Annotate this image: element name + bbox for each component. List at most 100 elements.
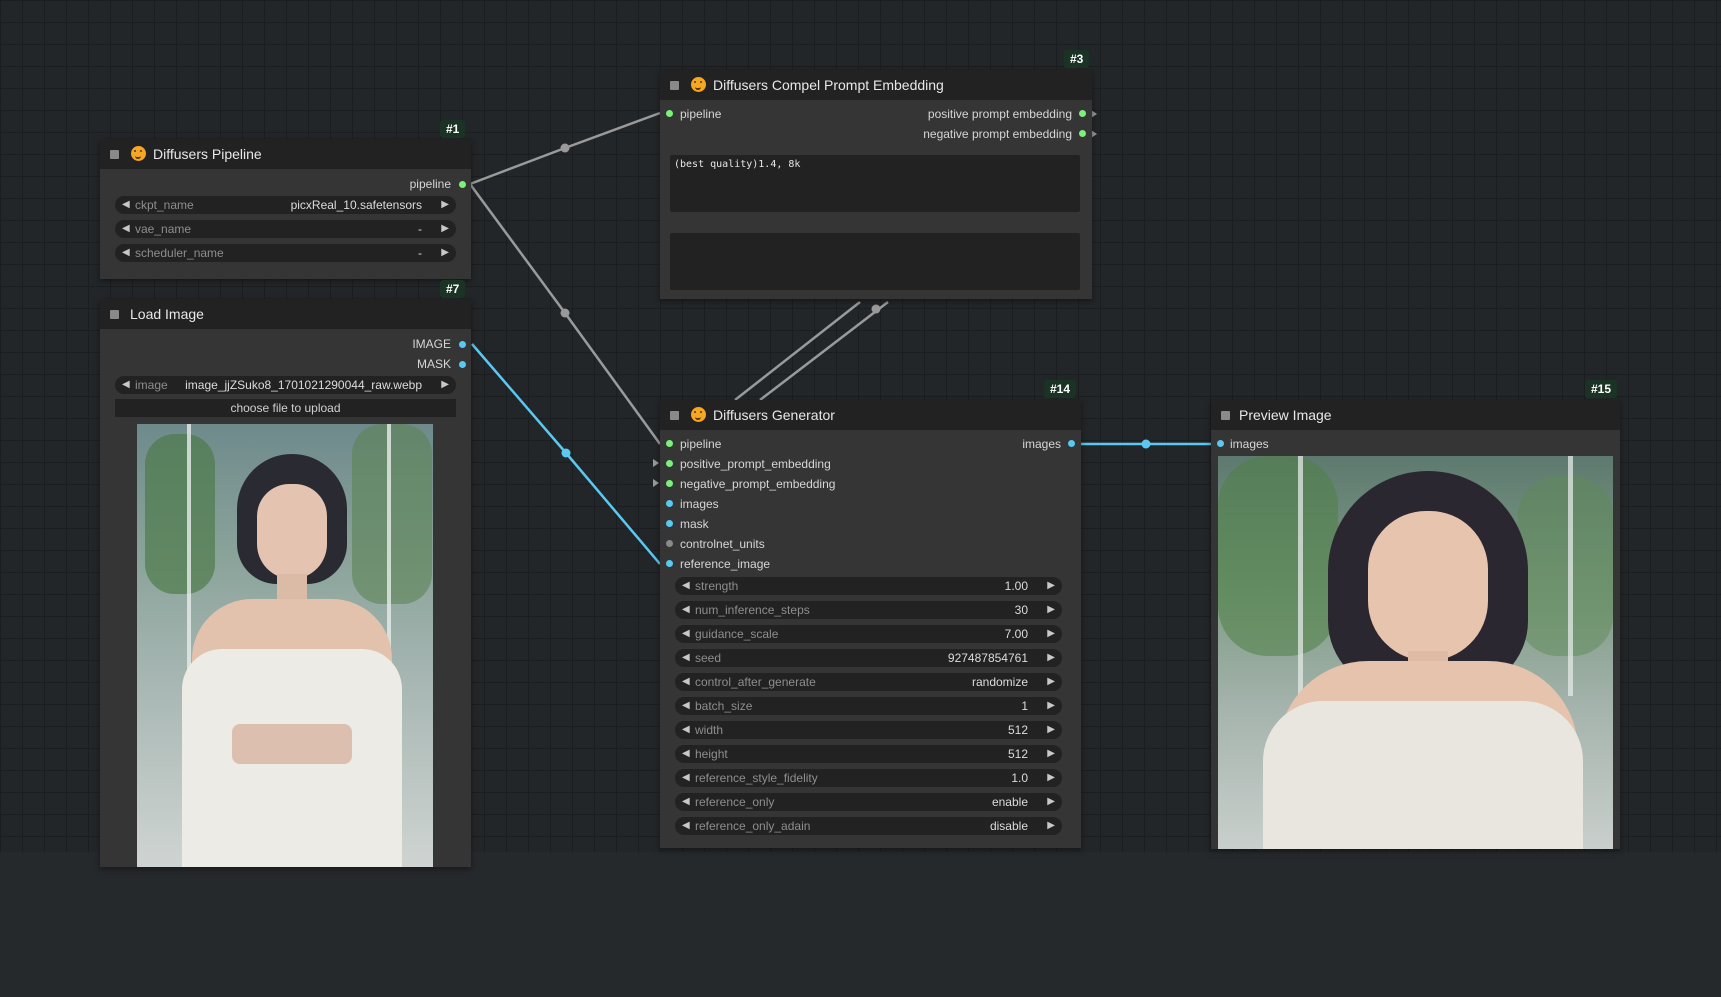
output-slot-pipeline[interactable] (459, 181, 466, 188)
node-id-badge: #1 (440, 120, 466, 138)
input-label-mask: mask (680, 517, 709, 531)
hugging-face-emoji-icon (691, 77, 706, 92)
upload-button[interactable]: choose file to upload (115, 399, 456, 417)
diffusers-pipeline-node[interactable]: Diffusers Pipeline pipeline ◀ ckpt_name … (100, 139, 471, 279)
preview-image-node[interactable]: Preview Image images (1211, 400, 1620, 849)
input-slot-pipeline[interactable] (666, 110, 673, 117)
increment-arrow-icon[interactable]: ▶ (1047, 649, 1055, 667)
node-title: Diffusers Pipeline (153, 146, 262, 162)
decrement-arrow-icon[interactable]: ◀ (682, 817, 690, 835)
decrement-arrow-icon[interactable]: ◀ (682, 577, 690, 595)
node-header[interactable]: Load Image (100, 299, 471, 329)
increment-arrow-icon[interactable]: ▶ (1047, 577, 1055, 595)
decrement-arrow-icon[interactable]: ◀ (122, 244, 130, 262)
widget-height[interactable]: ◀ height 512 ▶ (675, 745, 1062, 763)
widget-value: 512 (1007, 723, 1028, 737)
increment-arrow-icon[interactable]: ▶ (1047, 745, 1055, 763)
widget-image-select[interactable]: ◀ image image_jjZSuko8_1701021290044_raw… (115, 376, 456, 394)
canvas-lower-band (0, 852, 1721, 997)
input-label-controlnet-units: controlnet_units (680, 537, 765, 551)
increment-arrow-icon[interactable]: ▶ (1047, 817, 1055, 835)
output-slot-mask[interactable] (459, 361, 466, 368)
increment-arrow-icon[interactable]: ▶ (1047, 793, 1055, 811)
input-slot-positive-prompt[interactable] (666, 460, 673, 467)
decrement-arrow-icon[interactable]: ◀ (682, 649, 690, 667)
widget-guidance-scale[interactable]: ◀ guidance_scale 7.00 ▶ (675, 625, 1062, 643)
increment-arrow-icon[interactable]: ▶ (1047, 601, 1055, 619)
input-slot-images[interactable] (666, 500, 673, 507)
decrement-arrow-icon[interactable]: ◀ (682, 769, 690, 787)
positive-prompt-textarea[interactable]: (best quality)1.4, 8k (670, 155, 1080, 212)
widget-reference-style-fidelity[interactable]: ◀ reference_style_fidelity 1.0 ▶ (675, 769, 1062, 787)
loaded-image-preview (137, 424, 433, 867)
increment-arrow-icon[interactable]: ▶ (1047, 673, 1055, 691)
widget-ckpt-name[interactable]: ◀ ckpt_name picxReal_10.safetensors ▶ (115, 196, 456, 214)
preview-output-image (1218, 456, 1613, 849)
compel-prompt-embedding-node[interactable]: Diffusers Compel Prompt Embedding pipeli… (660, 70, 1092, 299)
node-header[interactable]: Diffusers Pipeline (100, 139, 471, 169)
output-slot-images[interactable] (1068, 440, 1075, 447)
link-midpoint-pipeline-generator (560, 308, 570, 318)
input-label-negative-prompt: negative_prompt_embedding (680, 477, 836, 491)
decrement-arrow-icon[interactable]: ◀ (682, 601, 690, 619)
decrement-arrow-icon[interactable]: ◀ (122, 196, 130, 214)
widget-value: 512 (1007, 747, 1028, 761)
decrement-arrow-icon[interactable]: ◀ (122, 220, 130, 238)
node-header[interactable]: Preview Image (1211, 400, 1620, 430)
input-link-arrow-icon (653, 459, 659, 467)
output-slot-image[interactable] (459, 341, 466, 348)
collapse-toggle[interactable] (1221, 411, 1230, 420)
widget-control-after-generate[interactable]: ◀ control_after_generate randomize ▶ (675, 673, 1062, 691)
output-slot-negative[interactable] (1079, 130, 1086, 137)
widget-label: seed (695, 651, 722, 665)
diffusers-generator-node[interactable]: Diffusers Generator pipeline positive_pr… (660, 400, 1081, 848)
input-label-reference-image: reference_image (680, 557, 771, 571)
input-slot-controlnet-units[interactable] (666, 540, 673, 547)
increment-arrow-icon[interactable]: ▶ (1047, 697, 1055, 715)
decrement-arrow-icon[interactable]: ◀ (682, 721, 690, 739)
input-slot-negative-prompt[interactable] (666, 480, 673, 487)
collapse-toggle[interactable] (110, 150, 119, 159)
widget-scheduler-name[interactable]: ◀ scheduler_name - ▶ (115, 244, 456, 262)
node-id-badge: #15 (1585, 380, 1618, 398)
increment-arrow-icon[interactable]: ▶ (441, 376, 449, 394)
decrement-arrow-icon[interactable]: ◀ (682, 625, 690, 643)
negative-prompt-textarea[interactable] (670, 233, 1080, 290)
decrement-arrow-icon[interactable]: ◀ (682, 697, 690, 715)
decrement-arrow-icon[interactable]: ◀ (682, 793, 690, 811)
decrement-arrow-icon[interactable]: ◀ (122, 376, 130, 394)
node-header[interactable]: Diffusers Generator (660, 400, 1081, 430)
input-slot-pipeline[interactable] (666, 440, 673, 447)
widget-width[interactable]: ◀ width 512 ▶ (675, 721, 1062, 739)
widget-vae-name[interactable]: ◀ vae_name - ▶ (115, 220, 456, 238)
widget-value: picxReal_10.safetensors (290, 198, 422, 212)
decrement-arrow-icon[interactable]: ◀ (682, 745, 690, 763)
widget-value: 927487854761 (947, 651, 1028, 665)
widget-reference-only-adain[interactable]: ◀ reference_only_adain disable ▶ (675, 817, 1062, 835)
increment-arrow-icon[interactable]: ▶ (441, 220, 449, 238)
output-label-images: images (1022, 437, 1061, 451)
increment-arrow-icon[interactable]: ▶ (1047, 721, 1055, 739)
node-header[interactable]: Diffusers Compel Prompt Embedding (660, 70, 1092, 100)
output-slot-positive[interactable] (1079, 110, 1086, 117)
widget-label: control_after_generate (695, 675, 816, 689)
collapse-toggle[interactable] (670, 411, 679, 420)
widget-batch-size[interactable]: ◀ batch_size 1 ▶ (675, 697, 1062, 715)
collapse-toggle[interactable] (110, 310, 119, 319)
widget-reference-only[interactable]: ◀ reference_only enable ▶ (675, 793, 1062, 811)
increment-arrow-icon[interactable]: ▶ (1047, 625, 1055, 643)
widget-seed[interactable]: ◀ seed 927487854761 ▶ (675, 649, 1062, 667)
increment-arrow-icon[interactable]: ▶ (441, 244, 449, 262)
increment-arrow-icon[interactable]: ▶ (441, 196, 449, 214)
node-id-badge: #3 (1064, 50, 1090, 68)
input-slot-images[interactable] (1217, 440, 1224, 447)
widget-num-inference-steps[interactable]: ◀ num_inference_steps 30 ▶ (675, 601, 1062, 619)
decrement-arrow-icon[interactable]: ◀ (682, 673, 690, 691)
collapse-toggle[interactable] (670, 81, 679, 90)
load-image-node[interactable]: Load Image IMAGE MASK ◀ image image_jjZS… (100, 299, 471, 867)
input-slot-reference-image[interactable] (666, 560, 673, 567)
input-slot-mask[interactable] (666, 520, 673, 527)
increment-arrow-icon[interactable]: ▶ (1047, 769, 1055, 787)
widget-strength[interactable]: ◀ strength 1.00 ▶ (675, 577, 1062, 595)
input-label-images: images (1230, 437, 1269, 451)
